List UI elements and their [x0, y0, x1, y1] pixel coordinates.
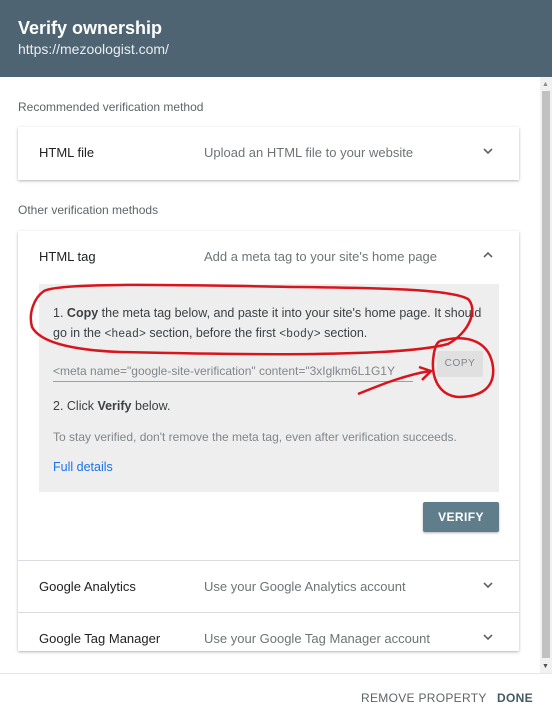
method-name: Google Analytics: [39, 579, 136, 594]
method-name: HTML tag: [39, 249, 96, 264]
verify-button[interactable]: VERIFY: [423, 502, 499, 532]
property-url: https://mezoologist.com/: [18, 41, 169, 57]
method-name: HTML file: [39, 145, 95, 160]
method-row-google-tag-manager[interactable]: Google Tag Manager Use your Google Tag M…: [18, 613, 519, 665]
other-methods-card: HTML tag Add a meta tag to your site's h…: [18, 231, 519, 651]
method-description: Upload an HTML file to your website: [204, 145, 414, 160]
method-description: Use your Google Analytics account: [204, 579, 406, 594]
scroll-down-arrow-icon[interactable]: ▼: [542, 663, 549, 670]
other-section-label: Other verification methods: [18, 203, 159, 217]
chevron-down-icon[interactable]: [481, 144, 495, 158]
chevron-down-icon[interactable]: [481, 578, 495, 592]
dialog-header: Verify ownership https://mezoologist.com…: [0, 0, 552, 77]
chevron-down-icon[interactable]: [481, 630, 495, 644]
full-details-link[interactable]: Full details: [53, 460, 113, 474]
method-description: Use your Google Tag Manager account: [204, 631, 430, 646]
vertical-scrollbar[interactable]: ▲ ▼: [540, 77, 552, 673]
meta-tag-field[interactable]: [53, 361, 413, 382]
scrollbar-thumb[interactable]: [542, 91, 550, 658]
dialog-footer: REMOVE PROPERTY DONE: [0, 673, 552, 721]
recommended-section-label: Recommended verification method: [18, 100, 204, 114]
step2-instructions: 2. Click Verify below.: [53, 399, 171, 413]
html-tag-instructions-panel: 1. Copy the meta tag below, and paste it…: [39, 284, 499, 492]
method-name: Google Tag Manager: [39, 631, 161, 646]
method-row-html-tag[interactable]: HTML tag Add a meta tag to your site's h…: [18, 231, 519, 283]
method-row-html-file[interactable]: HTML file Upload an HTML file to your we…: [18, 127, 519, 179]
scroll-up-arrow-icon[interactable]: ▲: [542, 81, 549, 88]
method-row-google-analytics[interactable]: Google Analytics Use your Google Analyti…: [18, 561, 519, 613]
copy-button[interactable]: COPY: [437, 351, 483, 377]
done-button[interactable]: DONE: [497, 691, 533, 705]
dialog-title: Verify ownership: [18, 18, 163, 38]
stay-verified-note: To stay verified, don't remove the meta …: [53, 430, 457, 444]
dialog-content: Recommended verification method HTML fil…: [0, 77, 540, 673]
method-description: Add a meta tag to your site's home page: [204, 249, 438, 264]
chevron-up-icon[interactable]: [481, 248, 495, 262]
remove-property-button[interactable]: REMOVE PROPERTY: [361, 691, 487, 705]
recommended-method-card: HTML file Upload an HTML file to your we…: [18, 127, 519, 180]
step1-instructions: 1. Copy the meta tag below, and paste it…: [53, 306, 482, 341]
